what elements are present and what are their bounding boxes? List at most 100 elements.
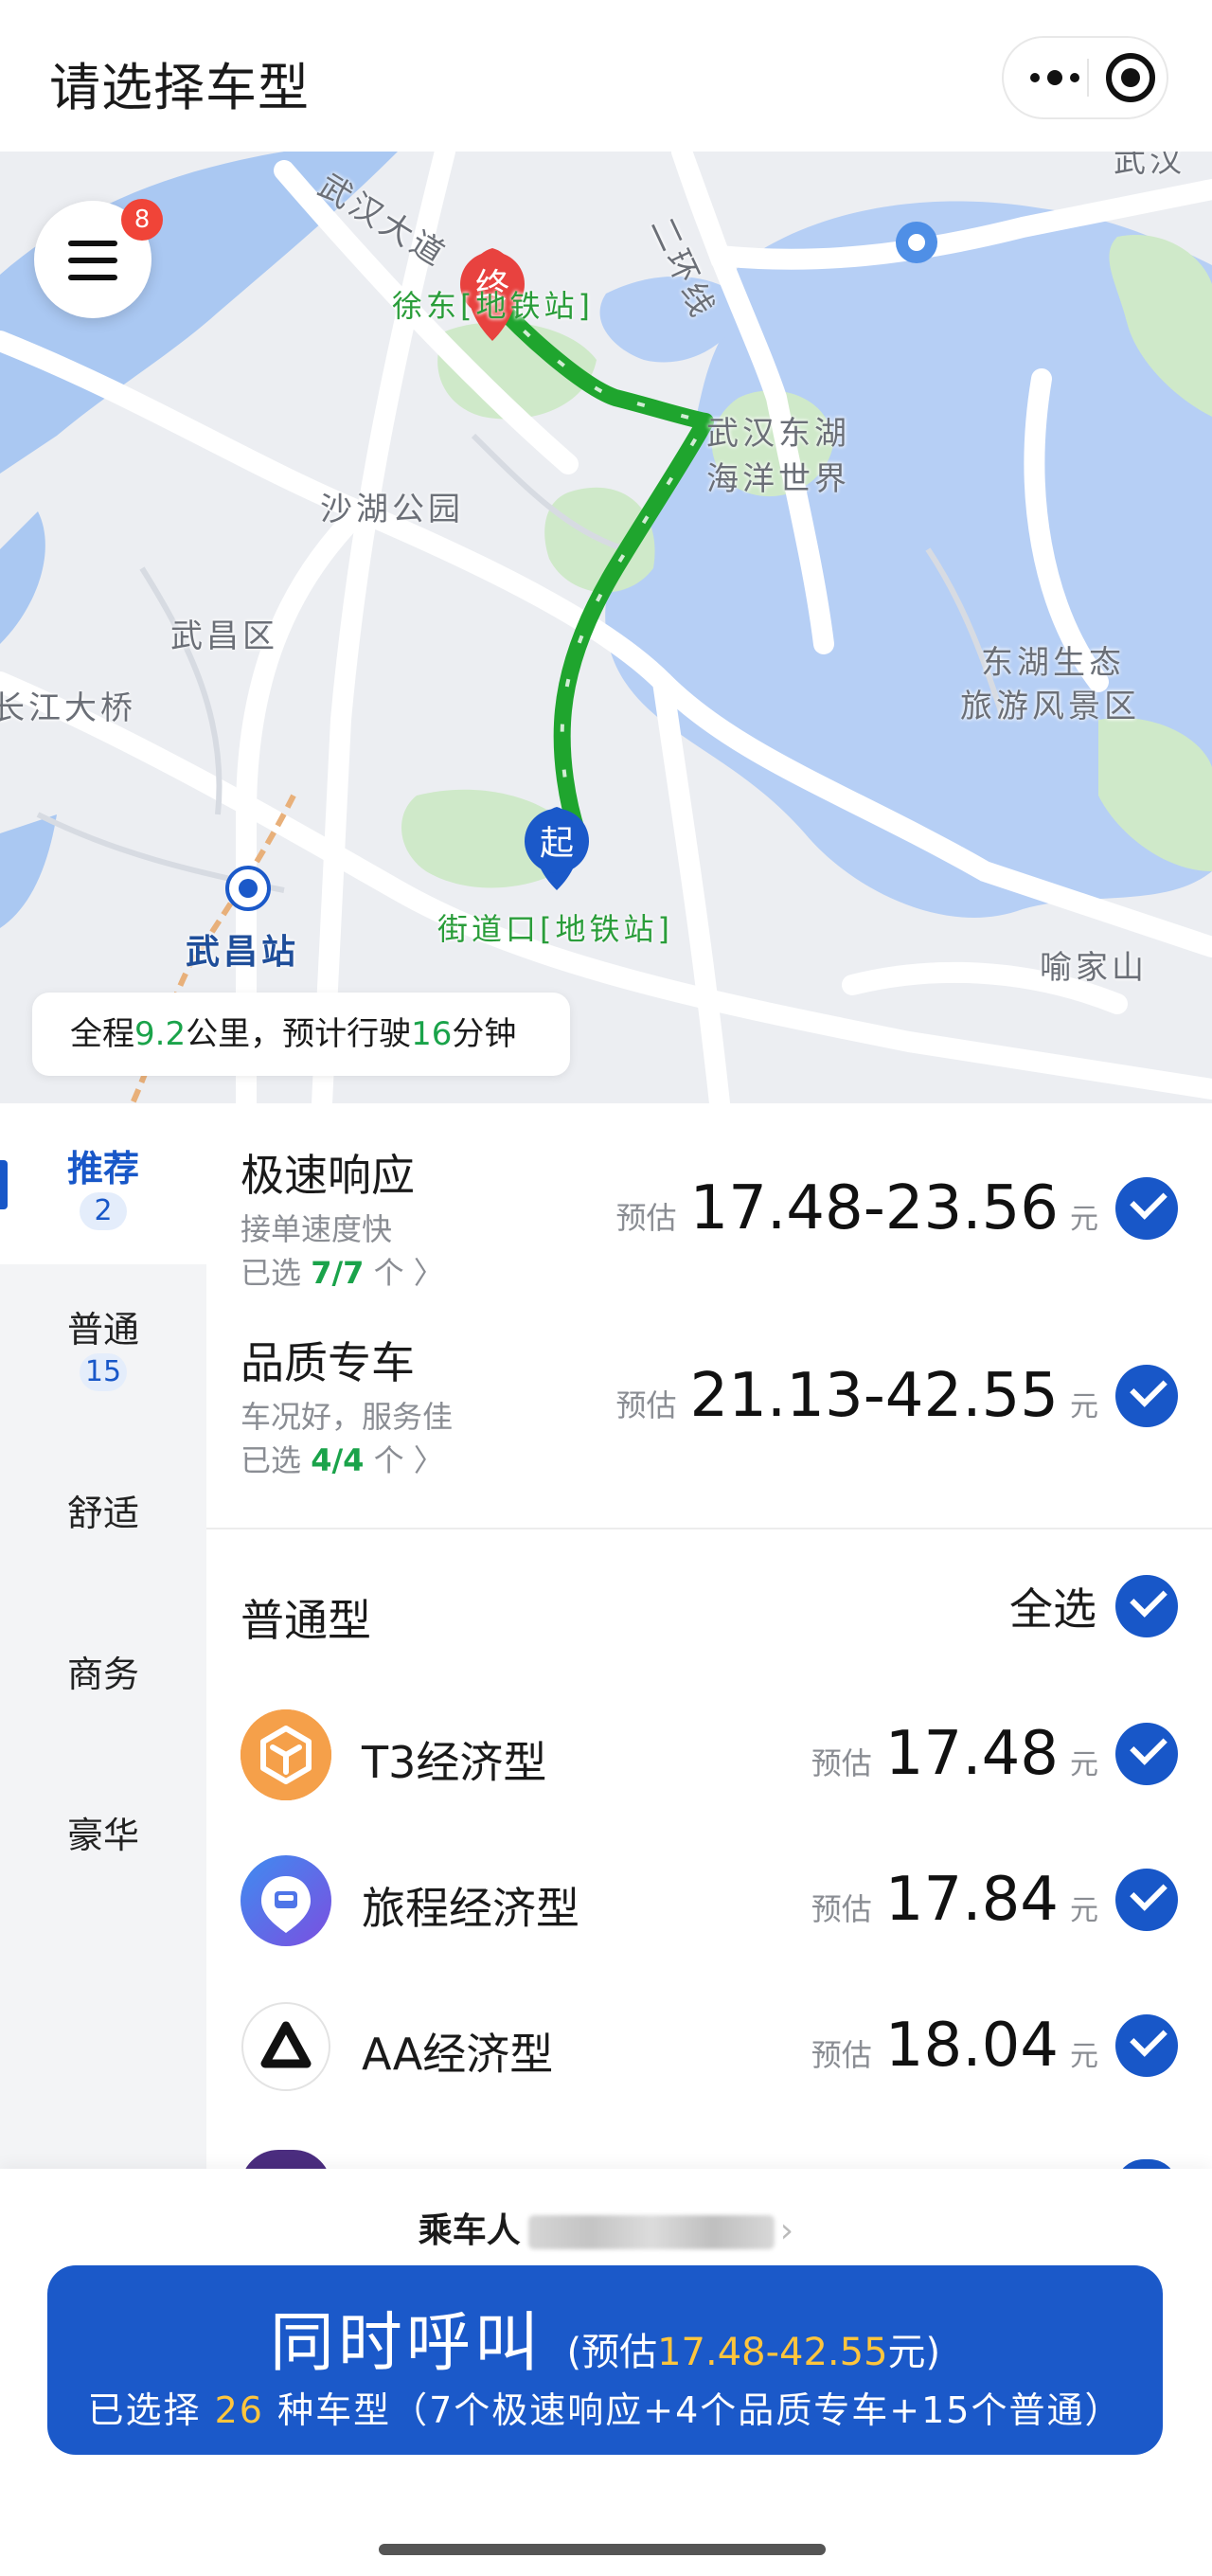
sidebar-item-regular[interactable]: 普通 15 (0, 1264, 206, 1425)
sidebar-item-recommended[interactable]: 推荐 2 (0, 1103, 206, 1264)
route-distance: 9.2 (134, 1015, 187, 1053)
route-middle: 公里，预计行驶 (186, 1015, 412, 1053)
miniprogram-capsule (1002, 36, 1168, 119)
price-value: 21.13-42.55 (689, 1361, 1059, 1431)
price-unit: 元 (1070, 1894, 1098, 1927)
map-label-wuchang-district: 武昌区 (170, 617, 278, 655)
passenger-selector[interactable]: 乘车人 › (0, 2203, 1212, 2252)
footer-bar: 乘车人 › 同时呼叫 (预估17.48-42.55元) 已选择 26 种车型（7个… (0, 2169, 1212, 2576)
price-prefix: 预估 (811, 2037, 872, 2073)
checkbox-checked[interactable] (1115, 1869, 1178, 1931)
sub-count: 26 (214, 2389, 264, 2431)
estimate-open: (预估 (566, 2331, 658, 2374)
section-divider (206, 1528, 1212, 1530)
option-name: 极速响应 (241, 1150, 415, 1201)
menu-badge: 8 (121, 199, 163, 241)
passenger-label: 乘车人 (418, 2211, 521, 2250)
estimate-close: 元) (887, 2331, 941, 2374)
estimate-range: 17.48-42.55 (657, 2331, 888, 2374)
selected-prefix: 已选 (241, 1255, 302, 1291)
car-name: T3经济型 (362, 1737, 547, 1788)
t3-logo-icon (241, 1709, 331, 1800)
close-target-icon[interactable] (1106, 53, 1155, 102)
select-all-label: 全选 (1009, 1583, 1096, 1635)
price-unit: 元 (1070, 1203, 1098, 1236)
page-title: 请选择车型 (49, 58, 310, 117)
selected-suffix: 个 〉 (373, 1255, 444, 1291)
price-value: 17.48-23.56 (689, 1173, 1059, 1243)
price-prefix: 预估 (811, 1891, 872, 1927)
car-row-lvcheng[interactable]: 旅程经济型 预估 17.84 元 (241, 1855, 1178, 1950)
sidebar-item-label: 商务 (66, 1654, 139, 1695)
sidebar-item-label: 豪华 (66, 1815, 139, 1856)
price-prefix: 预估 (615, 1387, 677, 1423)
sidebar-item-business[interactable]: 商务 (0, 1586, 206, 1747)
sidebar-item-comfort[interactable]: 舒适 (0, 1425, 206, 1586)
call-estimate: (预估17.48-42.55元) (566, 2331, 940, 2374)
sub-prefix: 已选择 (87, 2389, 202, 2431)
car-row-t3[interactable]: T3经济型 预估 17.48 元 (241, 1709, 1178, 1804)
sidebar-item-count: 2 (80, 1192, 127, 1230)
option-price: 预估 17.48-23.56 元 (615, 1173, 1178, 1243)
option-price: 预估 21.13-42.55 元 (615, 1361, 1178, 1431)
checkbox-checked[interactable] (1115, 1575, 1178, 1637)
car-price: 预估 17.84 元 (811, 1865, 1178, 1935)
capsule-divider (1087, 59, 1089, 97)
map-label-jiedaokou: 街道口[地铁站] (437, 911, 673, 947)
option-desc: 接单速度快 (241, 1211, 393, 1247)
map-label-yujiashan: 喻家山 (1040, 949, 1148, 987)
option-quality-premium[interactable]: 品质专车 车况好，服务佳 已选 4/4 个 〉 预估 21.13-42.55 元 (241, 1329, 1178, 1480)
car-price: 预估 17.48 元 (811, 1719, 1178, 1789)
option-selected-count[interactable]: 已选 7/7 个 〉 (241, 1249, 444, 1293)
passenger-name-blurred (527, 2215, 775, 2249)
call-button[interactable]: 同时呼叫 (预估17.48-42.55元) 已选择 26 种车型（7个极速响应+… (47, 2265, 1163, 2455)
home-indicator (379, 2544, 826, 2555)
price-prefix: 预估 (615, 1200, 677, 1236)
option-desc: 车况好，服务佳 (241, 1399, 454, 1435)
checkbox-checked[interactable] (1115, 1723, 1178, 1785)
checkbox-checked[interactable] (1115, 1365, 1178, 1427)
price-unit: 元 (1070, 2040, 1098, 2073)
price-value: 17.84 (884, 1865, 1059, 1935)
sidebar-item-luxury[interactable]: 豪华 (0, 1747, 206, 1908)
car-name: 旅程经济型 (362, 1883, 579, 1934)
price-value: 18.04 (884, 2011, 1059, 2081)
route-map[interactable]: 终 起 武汉大道 徐东[地铁站] 二环线 武汉东湖 海洋世界 沙湖公园 武昌区 … (0, 152, 1212, 1103)
car-price: 预估 18.04 元 (811, 2011, 1178, 2081)
selected-suffix: 个 〉 (373, 1442, 444, 1478)
sidebar-item-label: 普通 (66, 1309, 139, 1351)
option-name: 品质专车 (241, 1337, 415, 1388)
price-prefix: 预估 (811, 1745, 872, 1781)
lvcheng-logo-icon (241, 1855, 331, 1946)
route-minutes: 16 (411, 1015, 453, 1053)
map-label-xudong: 徐东[地铁站] (392, 288, 594, 324)
vehicle-list-area: 推荐 2 普通 15 舒适 商务 豪华 极速响应 接单速度快 已选 7/7 个 … (0, 1103, 1212, 2188)
sidebar-item-label: 舒适 (66, 1493, 139, 1534)
menu-icon-bar (68, 275, 117, 280)
map-label-donghu-scenic-2: 旅游风景区 (960, 688, 1140, 725)
more-icon[interactable] (1023, 38, 1087, 117)
map-label-changjiang-bridge: 长江大桥 (0, 689, 136, 727)
sidebar-item-label: 推荐 (66, 1148, 139, 1190)
map-label-shahu-park: 沙湖公园 (320, 491, 464, 528)
menu-icon-bar (68, 258, 117, 263)
selected-count: 7/7 (311, 1255, 365, 1291)
start-marker-text: 起 (540, 824, 574, 863)
selected-count: 4/4 (311, 1442, 365, 1478)
price-value: 17.48 (884, 1719, 1059, 1789)
map-label-donghu-ocean-2: 海洋世界 (706, 460, 850, 498)
aa-logo-icon (241, 2001, 331, 2092)
call-button-main: 同时呼叫 (预估17.48-42.55元) (47, 2290, 1163, 2384)
select-all-toggle[interactable]: 全选 (1009, 1575, 1178, 1637)
route-prefix: 全程 (70, 1015, 134, 1053)
menu-button[interactable]: 8 (34, 199, 163, 318)
nav-header: 请选择车型 (0, 0, 1212, 152)
option-fast-response[interactable]: 极速响应 接单速度快 已选 7/7 个 〉 预估 17.48-23.56 元 (241, 1141, 1178, 1293)
checkbox-checked[interactable] (1115, 2014, 1178, 2077)
map-label-wuchang-station: 武昌站 (186, 933, 300, 972)
option-selected-count[interactable]: 已选 4/4 个 〉 (241, 1437, 444, 1480)
car-name: AA经济型 (362, 2029, 554, 2080)
car-row-aa[interactable]: AA经济型 预估 18.04 元 (241, 2001, 1178, 2096)
checkbox-checked[interactable] (1115, 1177, 1178, 1240)
sidebar-item-count: 15 (80, 1353, 127, 1391)
